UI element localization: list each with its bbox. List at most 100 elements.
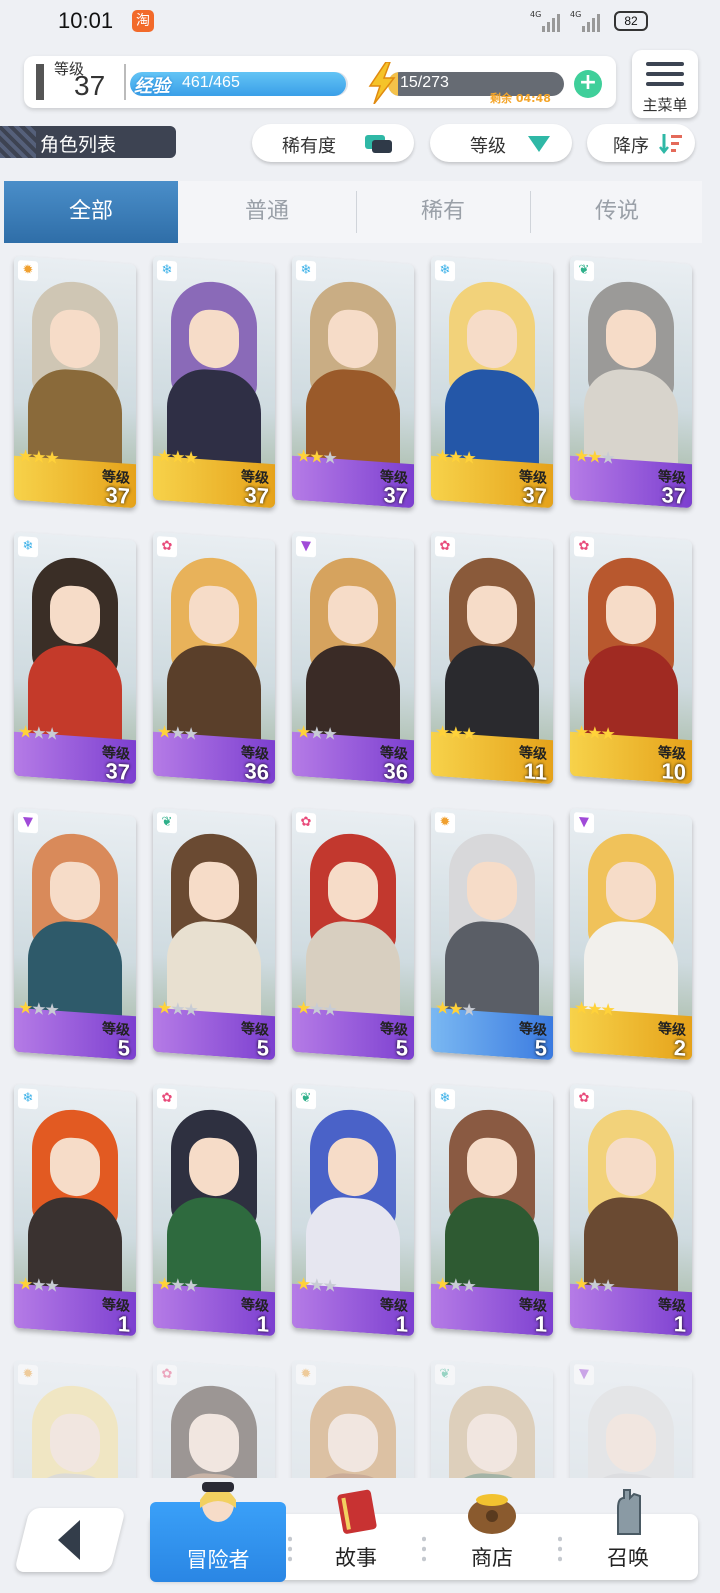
character-portrait-face xyxy=(50,1136,100,1198)
triangle-down-icon xyxy=(528,136,550,152)
character-card[interactable]: ★★★▼ xyxy=(570,1359,692,1478)
character-card[interactable]: ★★★ 等级 5 ❦ xyxy=(153,807,275,1061)
card-level-value: 37 xyxy=(661,482,686,509)
star-icon: ★ xyxy=(587,722,601,744)
star-icon: ★ xyxy=(18,722,32,743)
card-level-value: 1 xyxy=(673,1310,686,1337)
character-card[interactable]: ★★★ 等级 5 ▼ xyxy=(14,807,136,1061)
rarity-filter-label: 稀有度 xyxy=(282,136,336,157)
star-rating: ★★★ xyxy=(435,1274,475,1297)
character-card[interactable]: ★★★ 等级 37 ❄ xyxy=(153,255,275,509)
star-icon: ★ xyxy=(322,999,336,1021)
star-icon: ★ xyxy=(309,722,323,744)
character-card[interactable]: ★★★ 等级 1 ✿ xyxy=(570,1083,692,1337)
character-card[interactable]: ★★★ 等级 37 ❄ xyxy=(292,255,414,509)
card-level-value: 37 xyxy=(522,482,547,509)
star-icon: ★ xyxy=(18,1274,32,1295)
level-sort-label: 等级 xyxy=(470,136,506,157)
character-card[interactable]: ★★★ 等级 37 ✹ xyxy=(14,255,136,509)
star-icon: ★ xyxy=(600,999,614,1021)
character-card[interactable]: ★★★ 等级 36 ✿ xyxy=(153,531,275,785)
star-icon: ★ xyxy=(183,447,197,469)
star-icon: ★ xyxy=(309,1274,323,1296)
character-card[interactable]: ★★★❦ xyxy=(431,1359,553,1478)
card-level-value: 1 xyxy=(117,1310,130,1337)
flower-element-icon: ✿ xyxy=(574,536,594,558)
stamina-value: 15/273 xyxy=(400,74,449,91)
character-portrait-face xyxy=(328,308,378,370)
card-level-value: 1 xyxy=(534,1310,547,1337)
character-portrait-face xyxy=(50,584,100,646)
nav-shop[interactable]: 商店 xyxy=(424,1494,560,1580)
character-card[interactable]: ★★★ 等级 1 ❄ xyxy=(431,1083,553,1337)
character-card[interactable]: ★★★ 等级 37 ❦ xyxy=(570,255,692,509)
nav-adventurer[interactable]: 冒险者 xyxy=(150,1482,286,1582)
app-notification-icon: 淘 xyxy=(132,10,154,32)
level-sort-button[interactable]: 等级 xyxy=(430,124,572,162)
character-card[interactable]: ★★★ 等级 1 ❄ xyxy=(14,1083,136,1337)
character-card[interactable]: ★★★ 等级 5 ✹ xyxy=(431,807,553,1061)
star-icon: ★ xyxy=(170,998,184,1020)
back-button[interactable] xyxy=(14,1508,126,1572)
nav-summon[interactable]: 召唤 xyxy=(560,1489,696,1580)
signal-icon: 4G xyxy=(530,10,560,32)
shop-bag-icon xyxy=(468,1494,516,1534)
tab-rare[interactable]: 稀有 xyxy=(356,181,530,243)
flower-element-icon: ✿ xyxy=(574,1088,594,1110)
bottom-nav: 冒险者 故事 商店 召唤 xyxy=(150,1482,698,1582)
star-icon: ★ xyxy=(587,446,601,468)
star-icon: ★ xyxy=(448,998,462,1020)
menu-icon xyxy=(646,62,684,66)
star-icon: ★ xyxy=(157,1274,171,1295)
character-portrait-face xyxy=(467,1412,517,1474)
ice-element-icon: ❄ xyxy=(435,260,455,282)
character-card[interactable]: ★★★ 等级 10 ✿ xyxy=(570,531,692,785)
character-card[interactable]: ★★★ 等级 5 ✿ xyxy=(292,807,414,1061)
card-level-value: 37 xyxy=(105,482,130,509)
star-icon: ★ xyxy=(183,723,197,745)
character-card[interactable]: ★★★ 等级 36 ▼ xyxy=(292,531,414,785)
star-icon: ★ xyxy=(296,1274,310,1295)
card-level-value: 11 xyxy=(523,758,547,785)
status-time: 10:01 xyxy=(58,8,114,33)
star-icon: ★ xyxy=(44,999,58,1021)
stamina-bolt-icon xyxy=(368,62,396,104)
summon-hand-icon xyxy=(617,1489,641,1535)
star-icon: ★ xyxy=(461,1275,475,1297)
rarity-filter-button[interactable]: 稀有度 xyxy=(252,124,414,162)
character-card[interactable]: ★★★ 等级 2 ▼ xyxy=(570,807,692,1061)
character-portrait-face xyxy=(328,584,378,646)
character-card[interactable]: ★★★✿ xyxy=(153,1359,275,1478)
tab-legendary[interactable]: 传说 xyxy=(530,181,704,243)
star-icon: ★ xyxy=(183,999,197,1021)
card-level-value: 1 xyxy=(395,1310,408,1337)
tab-common[interactable]: 普通 xyxy=(180,181,354,243)
tab-all[interactable]: 全部 xyxy=(4,181,178,243)
nav-story[interactable]: 故事 xyxy=(288,1489,424,1580)
sun-element-icon: ✹ xyxy=(296,1364,316,1386)
add-stamina-button[interactable]: + xyxy=(574,70,602,98)
star-rating: ★★★ xyxy=(435,722,475,745)
star-icon: ★ xyxy=(435,998,449,1019)
star-icon: ★ xyxy=(322,447,336,469)
character-card[interactable]: ★★★ 等级 1 ❦ xyxy=(292,1083,414,1337)
main-menu-button[interactable]: 主菜单 xyxy=(632,50,698,118)
star-icon: ★ xyxy=(157,998,171,1019)
star-rating: ★★★ xyxy=(296,1274,336,1297)
nav-adventurer-label: 冒险者 xyxy=(186,1548,250,1572)
character-card[interactable]: ★★★ 等级 37 ❄ xyxy=(14,531,136,785)
character-portrait-face xyxy=(50,308,100,370)
character-card[interactable]: ★★★✹ xyxy=(292,1359,414,1478)
exp-bar: 经验 461/465 xyxy=(130,72,348,96)
character-card[interactable]: ★★★ 等级 37 ❄ xyxy=(431,255,553,509)
character-card[interactable]: ★★★ 等级 11 ✿ xyxy=(431,531,553,785)
star-icon: ★ xyxy=(31,998,45,1020)
character-card[interactable]: ★★★ 等级 1 ✿ xyxy=(153,1083,275,1337)
star-icon: ★ xyxy=(31,1274,45,1296)
order-toggle-button[interactable]: 降序 xyxy=(587,124,695,162)
order-label: 降序 xyxy=(613,136,649,157)
character-card[interactable]: ★★★✹ xyxy=(14,1359,136,1478)
character-grid: ★★★ 等级 37 ✹ ★★★ 等级 37 ❄ ★★★ 等级 37 ❄ ★★★ 等级 37 ❄ ★★★ 等级 37 ❦… xyxy=(0,248,720,1478)
flower-element-icon: ✿ xyxy=(296,812,316,834)
star-icon: ★ xyxy=(18,446,32,467)
